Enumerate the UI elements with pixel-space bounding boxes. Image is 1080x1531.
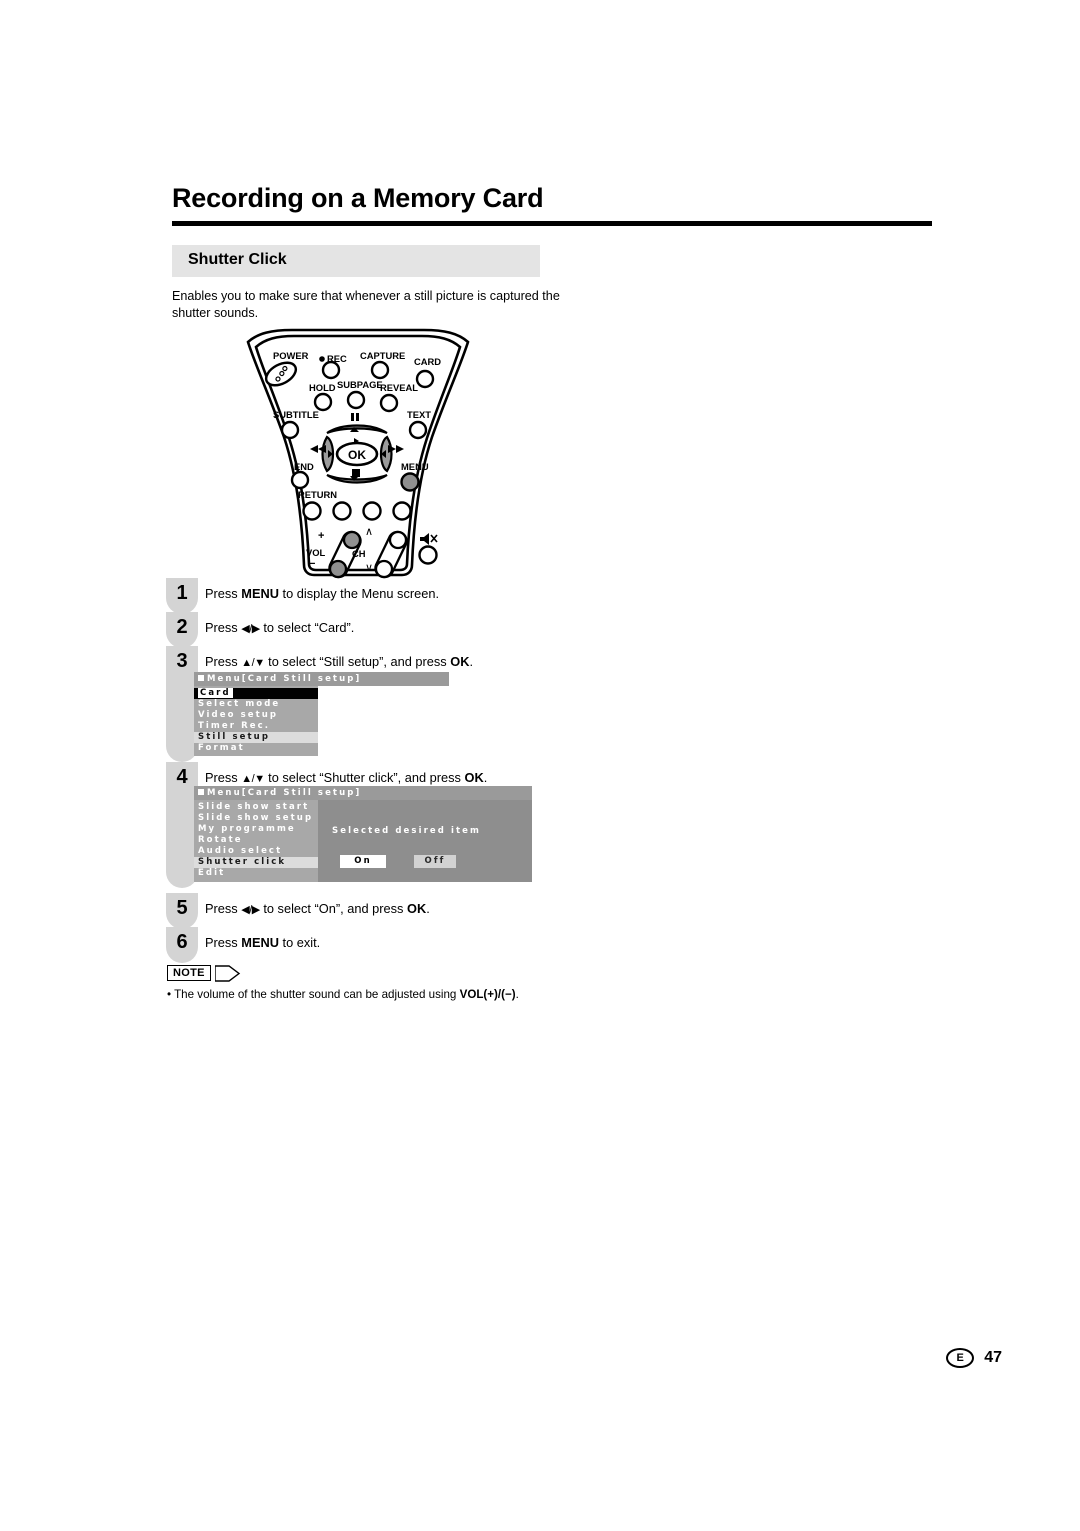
osd-still-item-shutter-click[interactable]: Shutter click	[194, 857, 318, 868]
osd-still-item-audio-select[interactable]: Audio select	[194, 846, 318, 857]
remote-label-vol: VOL	[306, 547, 326, 558]
osd-card-title: Menu[Card Still setup]	[194, 672, 449, 686]
remote-label-ch-down: ∨	[365, 562, 373, 574]
page-footer: E 47	[946, 1348, 1002, 1368]
osd-option-off[interactable]: Off	[414, 855, 456, 868]
remote-label-card: CARD	[414, 356, 441, 367]
ch-down-button	[374, 559, 394, 579]
step-number-6: 6	[176, 931, 188, 953]
note-arrow-icon	[215, 965, 241, 982]
remote-label-subpage: SUBPAGE	[337, 379, 383, 390]
manual-page: Recording on a Memory Card Shutter Click…	[0, 0, 1080, 1531]
osd-card-item-still-setup[interactable]: Still setup	[194, 732, 318, 743]
osd-card-item-select-mode[interactable]: Select mode	[194, 699, 318, 710]
hold-button	[313, 392, 333, 412]
note-label: NOTE	[167, 965, 211, 981]
osd-card-body: Card Select mode Video setup Timer Rec. …	[194, 686, 449, 756]
osd-option-on[interactable]: On	[340, 855, 386, 868]
power-button	[264, 361, 298, 387]
rec-dot-icon	[319, 356, 325, 362]
osd-still-item-edit[interactable]: Edit	[194, 868, 318, 879]
osd-bullet-square-icon	[198, 675, 204, 681]
remote-label-vol-minus: −	[309, 558, 315, 570]
remote-label-text: TEXT	[407, 409, 431, 420]
remote-label-hold: HOLD	[309, 382, 336, 393]
text-button	[408, 420, 428, 440]
vol-down-button	[328, 559, 348, 579]
osd-still-hint: Selected desired item	[332, 826, 481, 836]
rec-button	[321, 360, 341, 380]
remote-label-vol-plus: +	[318, 530, 324, 542]
step-number-4: 4	[176, 766, 188, 788]
osd-card-item-timer-rec[interactable]: Timer Rec.	[194, 721, 318, 732]
osd-still-body: Selected desired item On Off Slide show …	[194, 800, 532, 882]
page-title: Recording on a Memory Card	[172, 183, 544, 213]
page-number: 47	[984, 1349, 1002, 1366]
remote-label-reveal: REVEAL	[380, 382, 418, 393]
stop-icon	[352, 469, 360, 477]
step-number-3: 3	[176, 650, 188, 672]
step-text-4: Press ▲/▼ to select “Shutter click”, and…	[205, 770, 488, 785]
pause-icon	[351, 413, 354, 421]
rewind-icon	[310, 445, 318, 453]
osd-card-list: Card Select mode Video setup Timer Rec. …	[194, 686, 318, 756]
section-heading-bar: Shutter Click	[172, 245, 540, 277]
osd-still-right-panel: Selected desired item On Off	[318, 800, 532, 882]
step-text-3: Press ▲/▼ to select “Still setup”, and p…	[205, 654, 474, 669]
capture-button	[370, 360, 390, 380]
osd-still-item-slideshow-setup[interactable]: Slide show setup	[194, 813, 318, 824]
osd-still-list: Slide show start Slide show setup My pro…	[194, 800, 318, 882]
remote-label-menu: MENU	[401, 461, 429, 472]
step-text-1: Press MENU to display the Menu screen.	[205, 586, 440, 601]
remote-round-button	[392, 501, 412, 521]
intro-paragraph: Enables you to make sure that whenever a…	[172, 289, 560, 320]
remote-label-end: END	[294, 461, 314, 472]
remote-round-button	[302, 501, 322, 521]
note-text: • The volume of the shutter sound can be…	[167, 988, 519, 1001]
remote-control-illustration: POWER REC CAPTURE CARD HOLD SUBPAGE REVE…	[246, 328, 470, 579]
vol-up-button	[342, 530, 362, 550]
remote-label-ch: CH	[352, 548, 366, 559]
reveal-button	[379, 393, 399, 413]
remote-round-button	[332, 501, 352, 521]
language-badge: E	[946, 1348, 975, 1368]
osd-still-item-slideshow-start[interactable]: Slide show start	[194, 802, 318, 813]
step-text-2: Press ◀/▶ to select “Card”.	[205, 620, 355, 635]
osd-still-item-rotate[interactable]: Rotate	[194, 835, 318, 846]
section-heading-label: Shutter Click	[188, 251, 287, 268]
subtitle-button	[280, 420, 300, 440]
osd-card-item-video-setup[interactable]: Video setup	[194, 710, 318, 721]
step-number-2: 2	[176, 616, 188, 638]
end-button	[290, 470, 310, 490]
card-button	[415, 369, 435, 389]
fastforward-icon	[396, 445, 404, 453]
remote-label-ok: OK	[348, 448, 366, 462]
step-text-6: Press MENU to exit.	[205, 935, 321, 950]
remote-label-ch-up: ∧	[365, 526, 373, 538]
remote-label-subtitle: SUBTITLE	[273, 409, 319, 420]
osd-still-setup-menu: Menu[Card Still setup] Selected desired …	[194, 786, 532, 882]
osd-card-header-row: Card	[194, 688, 318, 699]
remote-label-power: POWER	[273, 350, 309, 361]
step-number-5: 5	[176, 897, 188, 919]
osd-bullet-square-icon	[198, 789, 204, 795]
osd-card-item-format[interactable]: Format	[194, 743, 318, 754]
subpage-button	[346, 390, 366, 410]
remote-label-capture: CAPTURE	[360, 350, 405, 361]
osd-still-item-my-programme[interactable]: My programme	[194, 824, 318, 835]
menu-button	[400, 472, 420, 492]
remote-round-button	[362, 501, 382, 521]
osd-still-title: Menu[Card Still setup]	[194, 786, 532, 800]
step-text-5: Press ◀/▶ to select “On”, and press OK.	[205, 901, 430, 916]
step-number-1: 1	[176, 582, 188, 604]
mute-button	[418, 545, 438, 565]
remote-label-return: RETURN	[298, 489, 337, 500]
osd-card-menu: Menu[Card Still setup] Card Select mode …	[194, 672, 449, 756]
title-rule	[172, 221, 932, 226]
ch-up-button	[388, 530, 408, 550]
mute-icon	[420, 533, 438, 545]
